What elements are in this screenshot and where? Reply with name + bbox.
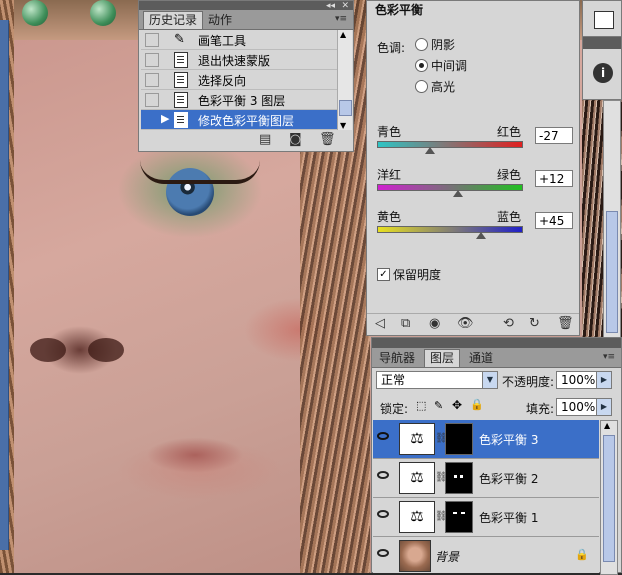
tone-label: 色调: — [377, 41, 406, 55]
background-layer-thumbnail — [399, 540, 431, 572]
reset-icon[interactable]: ↻ — [529, 316, 540, 331]
slider-value-input[interactable]: +12 — [535, 170, 573, 187]
layer-row[interactable]: ⚖ ⛓ 色彩平衡 1 — [373, 498, 599, 537]
fill-label: 填充: — [526, 402, 555, 416]
history-item-selected[interactable]: ▶ 修改色彩平衡图层 — [141, 110, 338, 130]
color-balance-panel: 色彩平衡 色调: 阴影 中间调 高光 青色 红色 -27 洋红 绿色 +12 黄色 蓝色 +45… — [366, 0, 580, 336]
slider-left-label: 洋红 — [377, 168, 402, 182]
tab-actions[interactable]: 动作 — [203, 12, 237, 29]
color-balance-adjustment-icon: ⚖ — [399, 462, 435, 494]
nostril — [88, 338, 124, 362]
radio-midtones[interactable] — [415, 59, 428, 72]
chevron-right-icon: ▶ — [596, 399, 611, 415]
slider-right-label: 红色 — [497, 125, 522, 139]
lock-pixels-icon[interactable]: ✎ — [434, 399, 443, 412]
radio-highlights[interactable] — [415, 80, 428, 93]
slider-value-input[interactable]: +45 — [535, 212, 573, 229]
history-item[interactable]: 色彩平衡 3 图层 — [141, 90, 338, 110]
view-previous-icon[interactable]: ⟲ — [503, 316, 514, 331]
left-toolbar-edge — [0, 20, 9, 550]
brush-icon: ✎ — [174, 32, 185, 47]
color-balance-adjustment-icon: ⚖ — [399, 501, 435, 533]
back-arrow-icon[interactable]: ◁ — [375, 316, 385, 331]
history-step-icon — [174, 52, 188, 68]
new-snapshot-icon[interactable]: ◙ — [289, 132, 302, 147]
green-bead — [22, 0, 48, 26]
history-panel: ◂◂ ✕ 历史记录 动作 ▾≡ ✎ 画笔工具 退出快速蒙版 选择反向 色彩平衡 … — [138, 0, 354, 152]
layer-row[interactable]: 背景 🔒 — [373, 537, 599, 573]
panel-menu-icon[interactable]: ▾≡ — [335, 14, 347, 24]
info-icon[interactable]: i — [593, 63, 613, 83]
green-bead — [90, 0, 116, 26]
layer-mask-thumbnail[interactable] — [445, 423, 473, 455]
tab-history[interactable]: 历史记录 — [143, 11, 204, 29]
layer-mask-thumbnail[interactable] — [445, 462, 473, 494]
visibility-eye-icon[interactable] — [377, 510, 389, 518]
preserve-luminosity-checkbox[interactable]: ✓ — [377, 268, 390, 281]
panel-title: 色彩平衡 — [375, 3, 424, 17]
layers-scrollbar[interactable]: ▲ — [600, 420, 618, 575]
layer-row[interactable]: ⚖ ⛓ 色彩平衡 2 — [373, 459, 599, 498]
history-item[interactable]: 退出快速蒙版 — [141, 50, 338, 70]
color-slider-track[interactable] — [377, 226, 523, 233]
history-step-icon — [174, 72, 188, 88]
trash-icon[interactable]: 🗑 — [319, 132, 336, 147]
history-state-marker: ▶ — [161, 112, 170, 125]
lock-all-icon[interactable]: 🔒 — [470, 398, 484, 411]
history-item[interactable]: ✎ 画笔工具 — [141, 30, 338, 50]
radio-shadows[interactable] — [415, 38, 428, 51]
visibility-eye-icon[interactable] — [377, 432, 389, 440]
lock-transparency-icon[interactable]: ⬚ — [416, 399, 426, 412]
lock-label: 锁定: — [380, 402, 409, 416]
fill-input[interactable]: 100% ▶ — [556, 398, 612, 416]
tab-navigator[interactable]: 导航器 — [374, 350, 420, 367]
slider-thumb[interactable] — [424, 147, 435, 154]
slider-value-input[interactable]: -27 — [535, 127, 573, 144]
color-slider-track[interactable] — [377, 141, 523, 148]
opacity-input[interactable]: 100% ▶ — [556, 371, 612, 389]
history-step-icon — [174, 92, 188, 108]
color-balance-adjustment-icon: ⚖ — [399, 423, 435, 455]
history-step-icon — [174, 112, 188, 128]
slider-thumb[interactable] — [476, 232, 487, 239]
history-scrollbar[interactable]: ▲ ▼ — [337, 30, 352, 130]
nostril — [30, 338, 66, 362]
new-document-from-state-icon[interactable]: ▤ — [259, 132, 271, 147]
tab-layers[interactable]: 图层 — [424, 349, 461, 367]
lock-icon: 🔒 — [575, 548, 589, 561]
slider-right-label: 蓝色 — [497, 210, 522, 224]
panel-menu-icon[interactable]: ▾≡ — [603, 352, 615, 362]
chevron-down-icon: ▼ — [482, 372, 497, 388]
layer-row[interactable]: ⚖ ⛓ 色彩平衡 3 — [373, 420, 599, 459]
preserve-luminosity-label: 保留明度 — [393, 268, 442, 282]
color-slider-track[interactable] — [377, 184, 523, 191]
tab-channels[interactable]: 通道 — [464, 350, 498, 367]
chevron-right-icon: ▶ — [596, 372, 611, 388]
visibility-eye-icon[interactable] — [377, 471, 389, 479]
lock-position-icon[interactable]: ✥ — [452, 398, 462, 412]
slider-right-label: 绿色 — [497, 168, 522, 182]
expand-view-icon[interactable]: ⧉ — [401, 316, 410, 331]
eye — [140, 160, 260, 220]
history-item[interactable]: 选择反向 — [141, 70, 338, 90]
slider-left-label: 青色 — [377, 125, 402, 139]
blend-mode-select[interactable]: 正常 ▼ — [376, 371, 498, 389]
clip-to-layer-icon[interactable]: ◉ — [429, 316, 440, 331]
dock-scrollbar[interactable] — [603, 100, 621, 342]
visibility-eye-icon[interactable] — [377, 549, 389, 557]
histogram-icon[interactable] — [594, 11, 614, 29]
slider-thumb[interactable] — [452, 190, 463, 197]
slider-left-label: 黄色 — [377, 210, 402, 224]
right-dock-info: i — [582, 36, 622, 100]
trash-icon[interactable]: 🗑 — [557, 316, 574, 331]
opacity-label: 不透明度: — [502, 375, 555, 389]
eyelid — [140, 160, 260, 184]
right-dock — [582, 0, 622, 40]
visibility-eye-icon[interactable]: 👁 — [457, 316, 474, 331]
layer-mask-thumbnail[interactable] — [445, 501, 473, 533]
